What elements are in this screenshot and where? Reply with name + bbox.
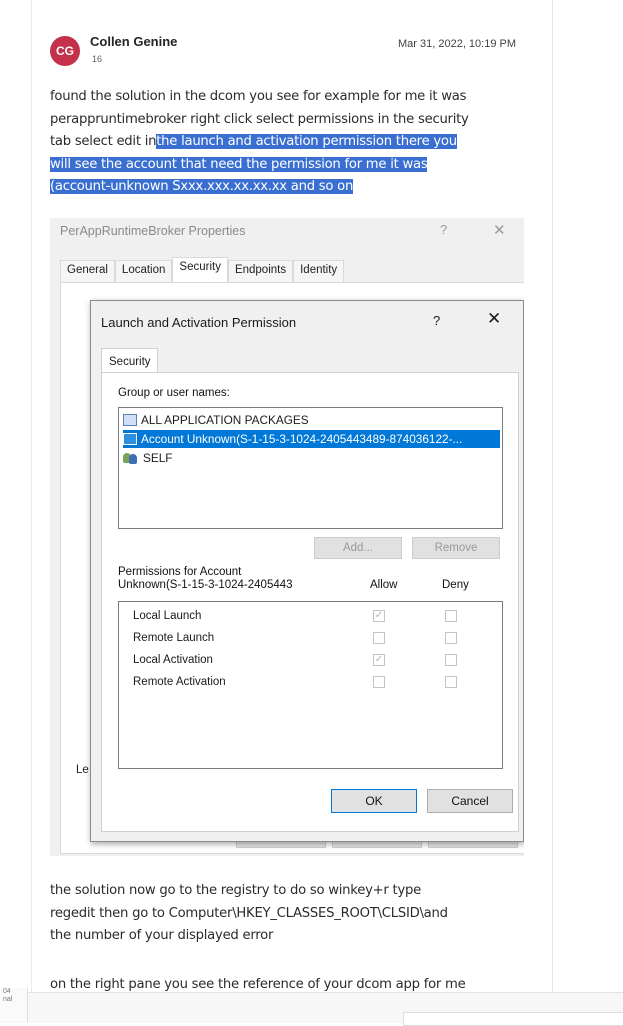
group-name: Account Unknown(S-1-15-3-1024-2405443489… xyxy=(141,432,463,446)
text-line: found the solution in the dcom you see f… xyxy=(50,89,467,104)
screenshot-image: PerAppRuntimeBroker Properties ? ✕ Gener… xyxy=(50,218,524,856)
group-label: Group or user names: xyxy=(118,387,230,399)
author-count: 16 xyxy=(92,54,103,64)
close-icon[interactable]: ✕ xyxy=(493,221,506,239)
text-fragment: tab select edit in xyxy=(50,134,157,149)
deny-header: Deny xyxy=(442,579,469,591)
highlighted-text: will see the account that need the permi… xyxy=(50,156,428,172)
list-item[interactable]: ALL APPLICATION PACKAGES xyxy=(123,411,500,429)
allow-checkbox[interactable] xyxy=(373,632,385,644)
text-line: perappruntimebroker right click select p… xyxy=(50,111,469,127)
allow-checkbox[interactable]: ✓ xyxy=(373,654,385,666)
allow-header: Allow xyxy=(370,579,398,591)
tab-security[interactable]: Security xyxy=(172,257,228,283)
tab-general[interactable]: General xyxy=(60,260,115,282)
launch-permission-dialog: Launch and Activation Permission ? ✕ Sec… xyxy=(90,300,524,842)
help-icon[interactable]: ? xyxy=(440,222,447,237)
outer-dialog-title: PerAppRuntimeBroker Properties xyxy=(60,224,246,238)
dialog-title: Launch and Activation Permission xyxy=(101,315,297,330)
permissions-label: Unknown(S-1-15-3-1024-2405443 xyxy=(118,579,293,591)
side-text: 04 xyxy=(3,988,11,995)
highlighted-text: (account-unknown Sxxx.xxx.xx.xx.xx and s… xyxy=(50,179,354,194)
security-tab-panel: Group or user names: ALL APPLICATION PAC… xyxy=(101,372,519,832)
post-body-continued: the solution now go to the registry to d… xyxy=(50,880,530,948)
cancel-button[interactable]: Cancel xyxy=(427,789,513,813)
add-button[interactable]: Add... xyxy=(314,537,402,559)
permission-row: Remote Launch xyxy=(133,628,493,648)
close-icon[interactable]: ✕ xyxy=(487,309,501,329)
allow-checkbox[interactable]: ✓ xyxy=(373,610,385,622)
highlighted-text: the launch and activation permission the… xyxy=(156,134,457,149)
tab-security[interactable]: Security xyxy=(101,348,158,372)
author-name[interactable]: Collen Genine xyxy=(90,34,177,49)
deny-checkbox[interactable] xyxy=(445,676,457,688)
text-line: the number of your displayed error xyxy=(50,928,274,943)
bottom-input[interactable] xyxy=(403,1012,623,1026)
side-text: nal xyxy=(3,996,13,1003)
group-list[interactable]: ALL APPLICATION PACKAGES Account Unknown… xyxy=(118,407,503,529)
deny-checkbox[interactable] xyxy=(445,654,457,666)
remove-button[interactable]: Remove xyxy=(412,537,500,559)
text-line: regedit then go to Computer\HKEY_CLASSES… xyxy=(50,905,448,921)
partial-label: Le xyxy=(76,764,89,776)
permission-name: Local Activation xyxy=(133,654,213,666)
permission-row: Local Activation xyxy=(133,650,493,670)
deny-checkbox[interactable] xyxy=(445,610,457,622)
group-name: ALL APPLICATION PACKAGES xyxy=(141,413,309,427)
outer-tab-strip: General Location Security Endpoints Iden… xyxy=(60,257,345,283)
group-name: SELF xyxy=(143,451,173,465)
ok-button[interactable]: OK xyxy=(331,789,417,813)
permission-row: Remote Activation xyxy=(133,672,493,692)
text-line: (account-unknown Sxxx.xxx.xx.xx.xx and s… xyxy=(50,176,530,199)
text-line: will see the account that need the permi… xyxy=(50,154,530,177)
permission-name: Remote Launch xyxy=(133,632,215,644)
package-icon xyxy=(123,414,137,426)
post-date: Mar 31, 2022, 10:19 PM xyxy=(398,38,517,50)
permissions-label: Permissions for Account xyxy=(118,566,242,578)
permission-name: Local Launch xyxy=(133,610,202,622)
tab-location[interactable]: Location xyxy=(114,260,173,282)
users-icon xyxy=(123,452,139,464)
side-panel: 04 nal xyxy=(0,988,28,1022)
text-line: tab select edit inthe launch and activat… xyxy=(50,131,530,154)
help-icon[interactable]: ? xyxy=(433,313,440,328)
allow-checkbox[interactable] xyxy=(373,676,385,688)
permission-row: Local Launch xyxy=(133,606,493,626)
tab-identity[interactable]: Identity xyxy=(293,260,345,282)
post-body: found the solution in the dcom you see f… xyxy=(50,86,530,199)
avatar[interactable]: CG xyxy=(50,36,80,66)
tab-endpoints[interactable]: Endpoints xyxy=(227,260,294,282)
list-item[interactable]: Account Unknown(S-1-15-3-1024-2405443489… xyxy=(123,430,500,448)
deny-checkbox[interactable] xyxy=(445,632,457,644)
permission-name: Remote Activation xyxy=(133,676,226,688)
list-item[interactable]: SELF xyxy=(123,449,500,467)
package-icon xyxy=(123,433,137,445)
text-line: the solution now go to the registry to d… xyxy=(50,883,421,898)
permissions-list: Local Launch Remote Launch Local Activat… xyxy=(118,601,503,769)
